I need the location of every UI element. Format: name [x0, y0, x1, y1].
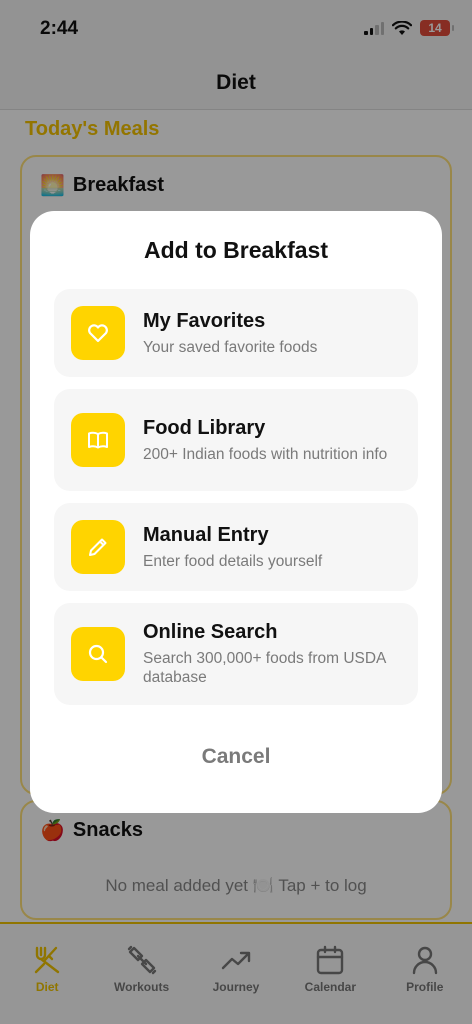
option-subtitle: Your saved favorite foods [143, 338, 318, 356]
option-manual-entry[interactable]: Manual Entry Enter food details yourself [54, 503, 418, 591]
option-my-favorites[interactable]: My Favorites Your saved favorite foods [54, 289, 418, 377]
option-subtitle: 200+ Indian foods with nutrition info [143, 445, 388, 463]
add-to-breakfast-modal: Add to Breakfast My Favorites Your saved… [30, 211, 442, 813]
book-icon [88, 431, 108, 449]
option-title: Online Search [143, 621, 278, 643]
option-title: Manual Entry [143, 523, 269, 546]
option-subtitle: Search 300,000+ foods from USDA database [143, 650, 386, 686]
cancel-button[interactable]: Cancel [30, 745, 442, 769]
heart-icon [88, 324, 108, 343]
search-icon [88, 644, 108, 664]
modal-title: Add to Breakfast [143, 237, 329, 263]
option-food-library[interactable]: Food Library 200+ Indian foods with nutr… [54, 389, 418, 491]
option-subtitle: Enter food details yourself [143, 552, 323, 570]
option-title: Food Library [143, 416, 266, 439]
pencil-icon [89, 538, 107, 556]
option-title: My Favorites [143, 309, 266, 332]
option-online-search[interactable]: Online Search Search 300,000+ foods from… [54, 603, 418, 705]
